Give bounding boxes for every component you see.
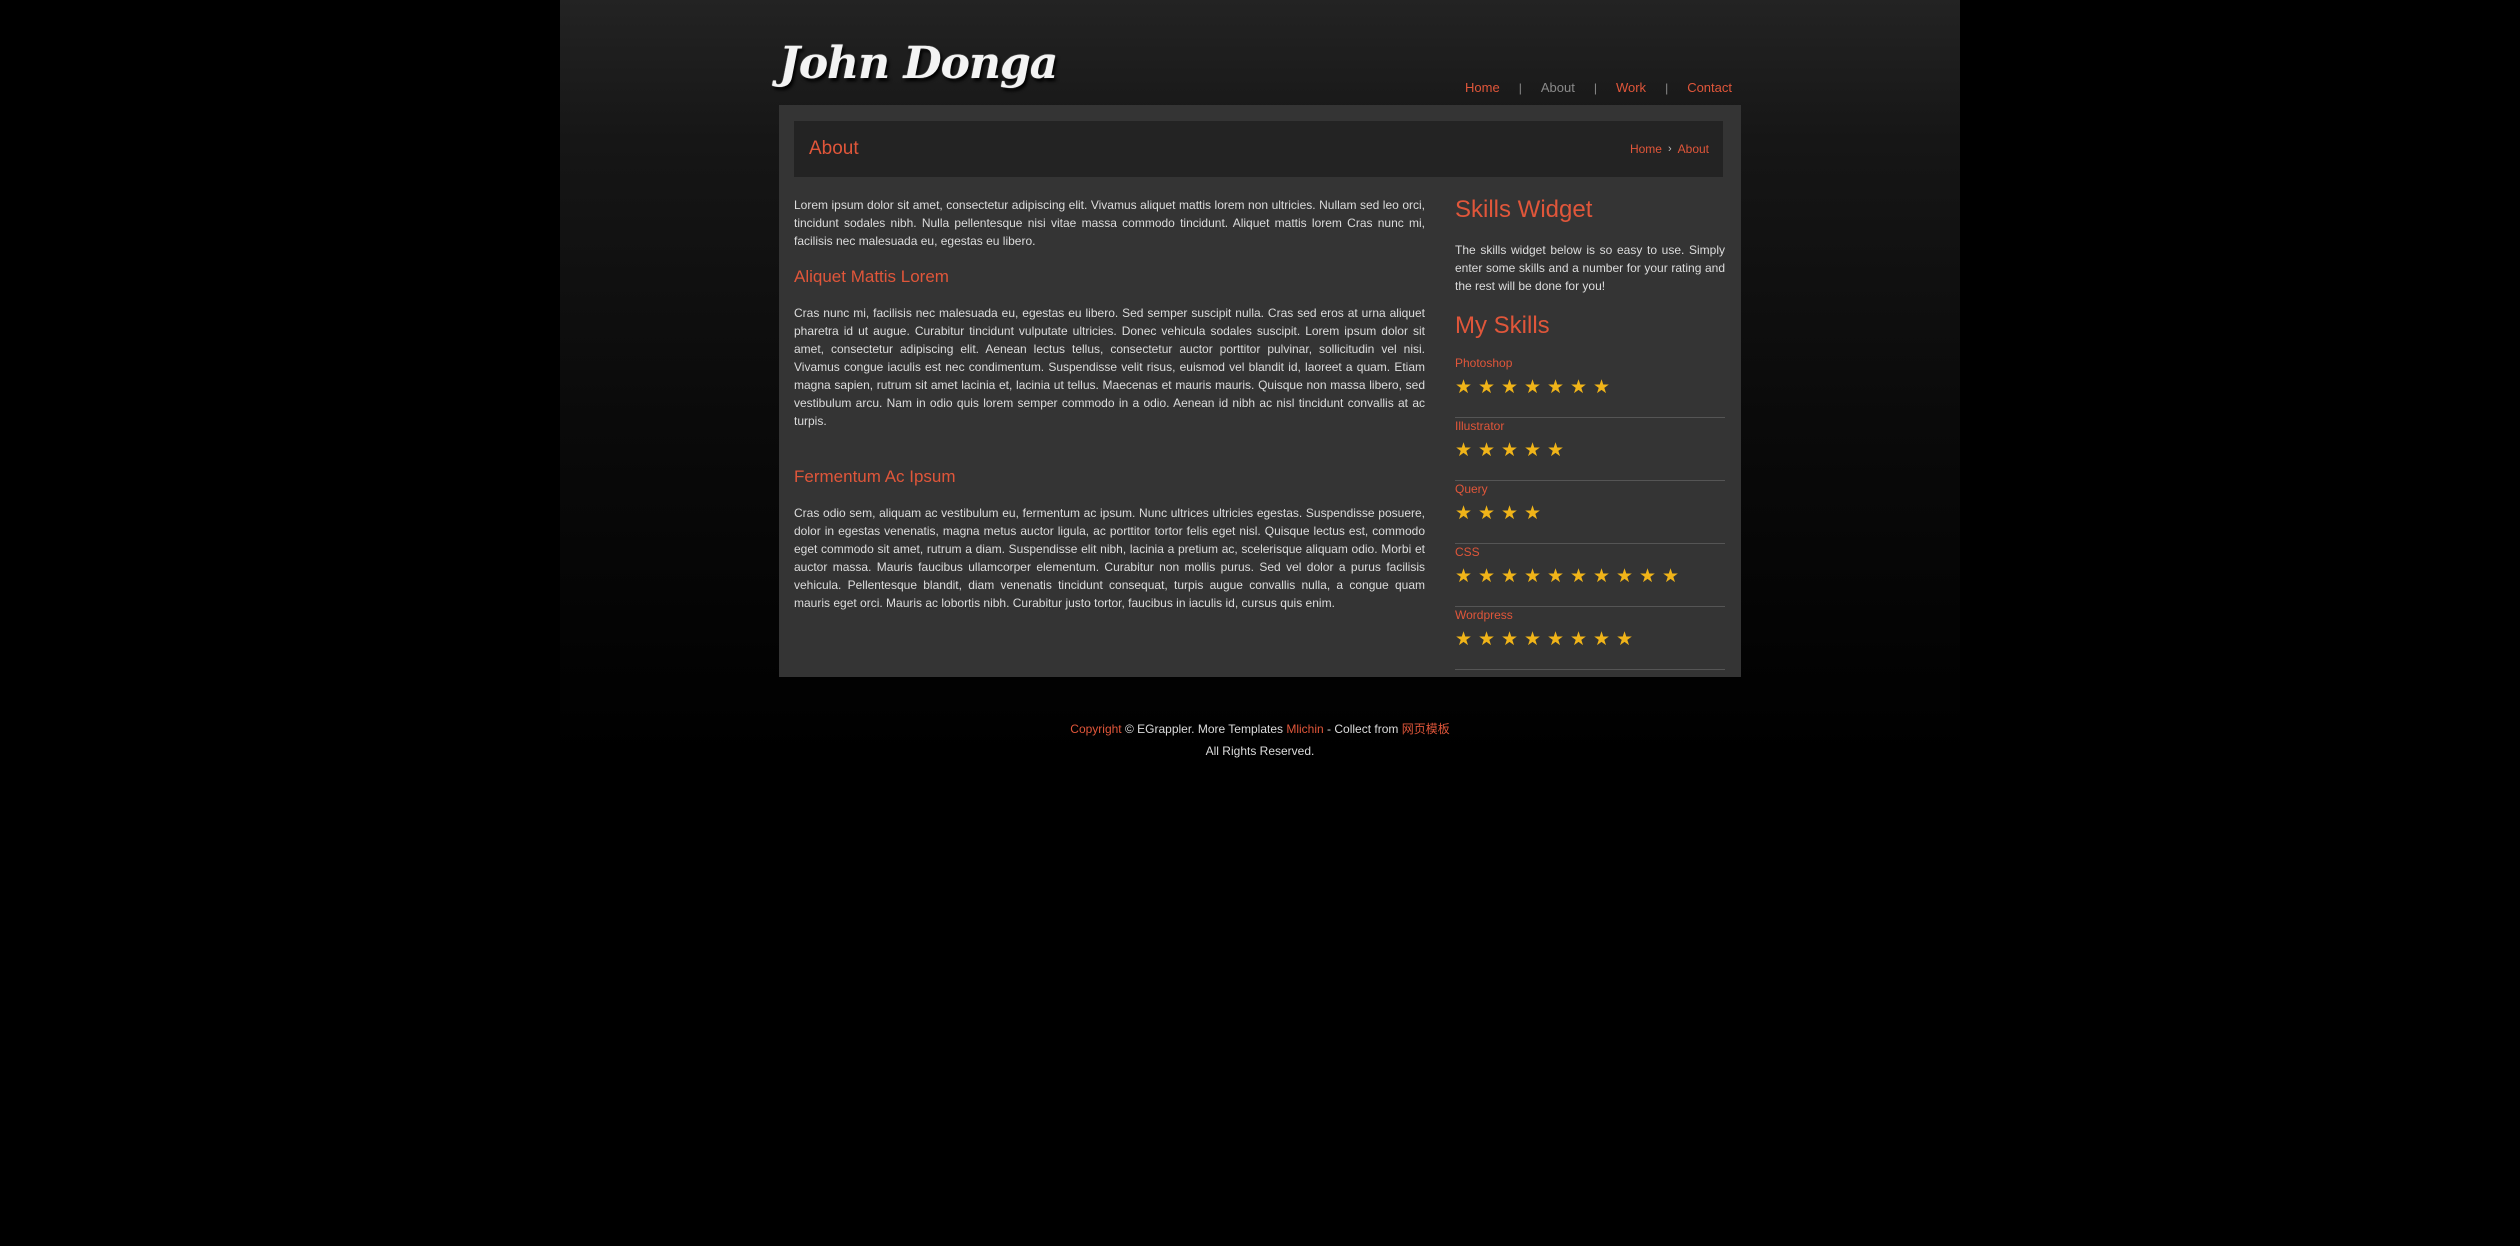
star-icon: ★ bbox=[1593, 376, 1611, 398]
star-icon: ★ bbox=[1478, 565, 1496, 587]
skill-name: Illustrator bbox=[1455, 419, 1505, 433]
skill-item: Query ★ ★ ★ ★ bbox=[1455, 482, 1725, 544]
main-column: Lorem ipsum dolor sit amet, consectetur … bbox=[794, 196, 1425, 612]
star-icon: ★ bbox=[1570, 565, 1588, 587]
skill-item: Illustrator ★ ★ ★ ★ ★ bbox=[1455, 419, 1725, 481]
skill-rating: ★ ★ ★ ★ bbox=[1455, 503, 1725, 523]
footer-line-1: Copyright © EGrappler. More Templates Ml… bbox=[779, 718, 1741, 740]
nav-about[interactable]: About bbox=[1541, 80, 1575, 95]
star-icon: ★ bbox=[1455, 439, 1473, 461]
star-icon: ★ bbox=[1501, 565, 1519, 587]
star-icon: ★ bbox=[1455, 565, 1473, 587]
star-icon: ★ bbox=[1501, 376, 1519, 398]
star-icon: ★ bbox=[1639, 565, 1657, 587]
skill-name: CSS bbox=[1455, 545, 1480, 559]
section-heading-fermentum: Fermentum Ac Ipsum bbox=[794, 467, 956, 486]
star-icon: ★ bbox=[1593, 565, 1611, 587]
skill-item: Wordpress ★ ★ ★ ★ ★ ★ ★ ★ bbox=[1455, 608, 1725, 670]
page-wrapper: John Donga Home | About | Work | Contact… bbox=[779, 0, 1741, 1246]
footer: Copyright © EGrappler. More Templates Ml… bbox=[779, 718, 1741, 762]
star-icon: ★ bbox=[1478, 376, 1496, 398]
footer-rights: All Rights Reserved. bbox=[1205, 744, 1315, 758]
star-icon: ★ bbox=[1524, 628, 1542, 650]
star-icon: ★ bbox=[1524, 376, 1542, 398]
star-icon: ★ bbox=[1616, 565, 1634, 587]
nav-home[interactable]: Home bbox=[1465, 80, 1500, 95]
star-icon: ★ bbox=[1455, 502, 1473, 524]
page-title-bar: About Home › About bbox=[794, 121, 1723, 177]
breadcrumb-home-link[interactable]: Home bbox=[1630, 142, 1662, 156]
breadcrumb: Home › About bbox=[1630, 142, 1709, 156]
star-icon: ★ bbox=[1478, 502, 1496, 524]
skill-rating: ★ ★ ★ ★ ★ bbox=[1455, 440, 1725, 460]
skill-name: Photoshop bbox=[1455, 356, 1513, 370]
skills-widget-title: Skills Widget bbox=[1455, 196, 1593, 223]
star-icon: ★ bbox=[1478, 439, 1496, 461]
star-icon: ★ bbox=[1547, 439, 1565, 461]
collect-from-link[interactable]: 网页模板 bbox=[1402, 722, 1450, 736]
star-icon: ★ bbox=[1593, 628, 1611, 650]
section-heading-aliquet: Aliquet Mattis Lorem bbox=[794, 267, 949, 286]
intro-paragraph: Lorem ipsum dolor sit amet, consectetur … bbox=[794, 198, 1425, 248]
page-title: About bbox=[809, 138, 859, 159]
star-icon: ★ bbox=[1570, 628, 1588, 650]
star-icon: ★ bbox=[1662, 565, 1680, 587]
star-icon: ★ bbox=[1501, 439, 1519, 461]
star-icon: ★ bbox=[1524, 439, 1542, 461]
star-icon: ★ bbox=[1616, 628, 1634, 650]
skill-rating: ★ ★ ★ ★ ★ ★ ★ ★ bbox=[1455, 629, 1725, 649]
star-icon: ★ bbox=[1547, 376, 1565, 398]
nav-separator: | bbox=[1593, 80, 1597, 95]
chevron-right-icon: › bbox=[1667, 143, 1672, 155]
star-icon: ★ bbox=[1570, 376, 1588, 398]
nav-separator: | bbox=[1518, 80, 1522, 95]
star-icon: ★ bbox=[1524, 565, 1542, 587]
nav-work[interactable]: Work bbox=[1616, 80, 1646, 95]
star-icon: ★ bbox=[1455, 376, 1473, 398]
skill-item: Photoshop ★ ★ ★ ★ ★ ★ ★ bbox=[1455, 356, 1725, 418]
star-icon: ★ bbox=[1501, 502, 1519, 524]
breadcrumb-current-link[interactable]: About bbox=[1678, 142, 1709, 156]
content-panel: About Home › About Lorem ipsum dolor sit… bbox=[779, 105, 1741, 677]
section-paragraph-aliquet: Cras nunc mi, facilisis nec malesuada eu… bbox=[794, 306, 1425, 428]
my-skills-title: My Skills bbox=[1455, 312, 1550, 339]
sidebar: Skills Widget The skills widget below is… bbox=[1455, 196, 1725, 671]
section-paragraph-fermentum: Cras odio sem, aliquam ac vestibulum eu,… bbox=[794, 506, 1425, 610]
footer-text: - Collect from bbox=[1323, 722, 1402, 736]
star-icon: ★ bbox=[1547, 565, 1565, 587]
footer-text: © EGrappler. More Templates bbox=[1121, 722, 1287, 736]
more-templates-link[interactable]: Mlichin bbox=[1286, 722, 1323, 736]
nav-contact[interactable]: Contact bbox=[1687, 80, 1732, 95]
skills-list: Photoshop ★ ★ ★ ★ ★ ★ ★ Illustrator ★ ★ ★ ★ ★ Quer… bbox=[1455, 356, 1725, 670]
skills-widget-intro: The skills widget below is so easy to us… bbox=[1455, 243, 1725, 293]
skill-rating: ★ ★ ★ ★ ★ ★ ★ ★ ★ ★ bbox=[1455, 566, 1725, 586]
copyright-link[interactable]: Copyright bbox=[1070, 722, 1121, 736]
skill-name: Query bbox=[1455, 482, 1488, 496]
skill-rating: ★ ★ ★ ★ ★ ★ ★ bbox=[1455, 377, 1725, 397]
nav-separator: | bbox=[1665, 80, 1669, 95]
star-icon: ★ bbox=[1547, 628, 1565, 650]
star-icon: ★ bbox=[1478, 628, 1496, 650]
star-icon: ★ bbox=[1501, 628, 1519, 650]
skill-name: Wordpress bbox=[1455, 608, 1513, 622]
main-nav: Home | About | Work | Contact bbox=[1465, 80, 1732, 95]
star-icon: ★ bbox=[1455, 628, 1473, 650]
skill-item: CSS ★ ★ ★ ★ ★ ★ ★ ★ ★ ★ bbox=[1455, 545, 1725, 607]
site-logo[interactable]: John Donga bbox=[779, 38, 1058, 89]
star-icon: ★ bbox=[1524, 502, 1542, 524]
